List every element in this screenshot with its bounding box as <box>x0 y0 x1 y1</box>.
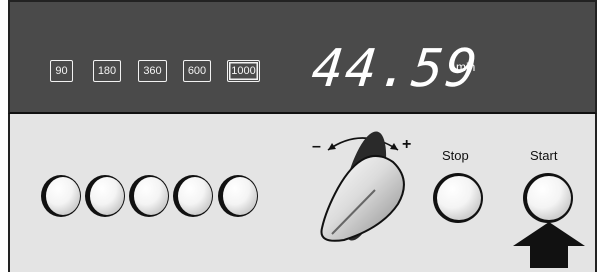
preset-button-2[interactable] <box>85 175 125 217</box>
preset-button-3[interactable] <box>129 175 169 217</box>
arrow-up-icon <box>513 222 585 268</box>
preset-button-1[interactable] <box>41 175 81 217</box>
rotary-dial-knob[interactable] <box>320 127 405 244</box>
stop-button[interactable] <box>433 173 483 223</box>
preset-button-4[interactable] <box>173 175 213 217</box>
controls-graphics <box>41 127 585 268</box>
start-button[interactable] <box>523 173 573 223</box>
preset-button-5[interactable] <box>218 175 258 217</box>
